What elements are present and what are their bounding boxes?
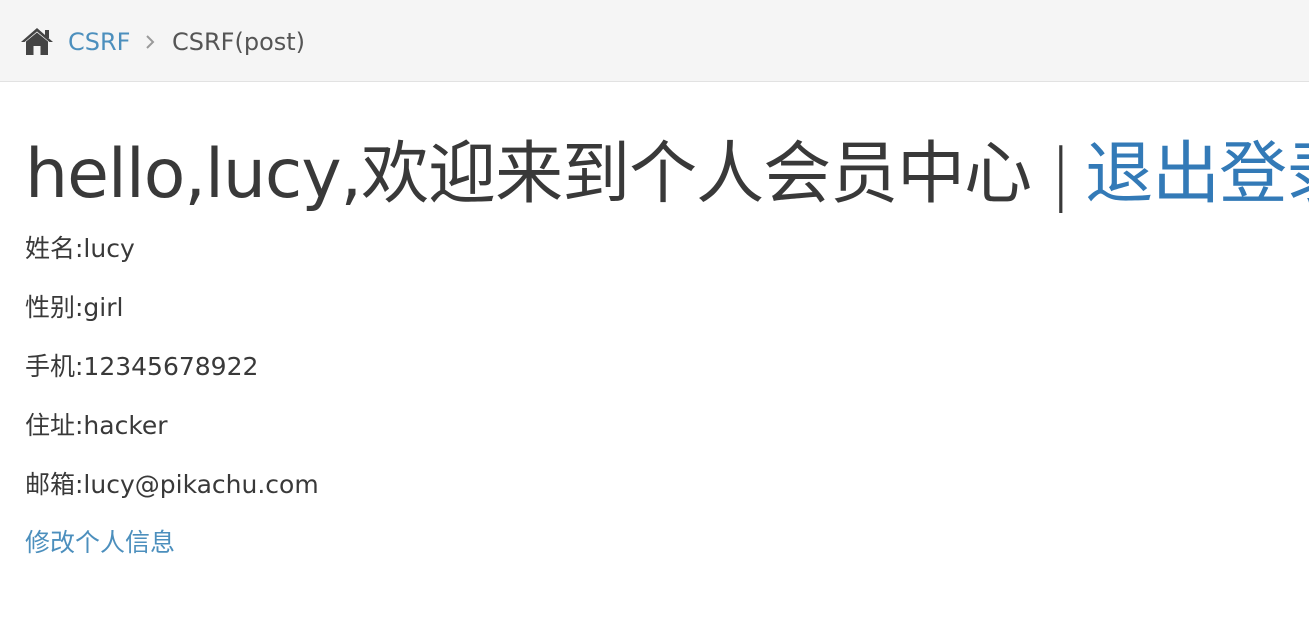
logout-link[interactable]: 退出登录 [1085,135,1309,214]
chevron-right-icon [143,34,157,50]
profile-sex: 性别:girl [25,293,124,322]
page-title: hello,lucy,欢迎来到个人会员中心|退出登录 [25,133,1309,217]
title-divider: | [1049,135,1072,214]
profile-email: 邮箱:lucy@pikachu.com [25,470,319,499]
profile-phone: 手机:12345678922 [25,352,259,381]
breadcrumb-current: CSRF(post) [172,28,306,56]
breadcrumb: CSRF CSRF(post) [0,0,1309,82]
profile-address: 住址:hacker [25,411,168,440]
home-icon[interactable] [20,26,54,56]
breadcrumb-link-csrf[interactable]: CSRF [68,28,130,56]
profile-name: 姓名:lucy [25,234,135,263]
edit-profile-link[interactable]: 修改个人信息 [25,528,175,558]
greeting-text: hello,lucy,欢迎来到个人会员中心 [25,135,1032,214]
